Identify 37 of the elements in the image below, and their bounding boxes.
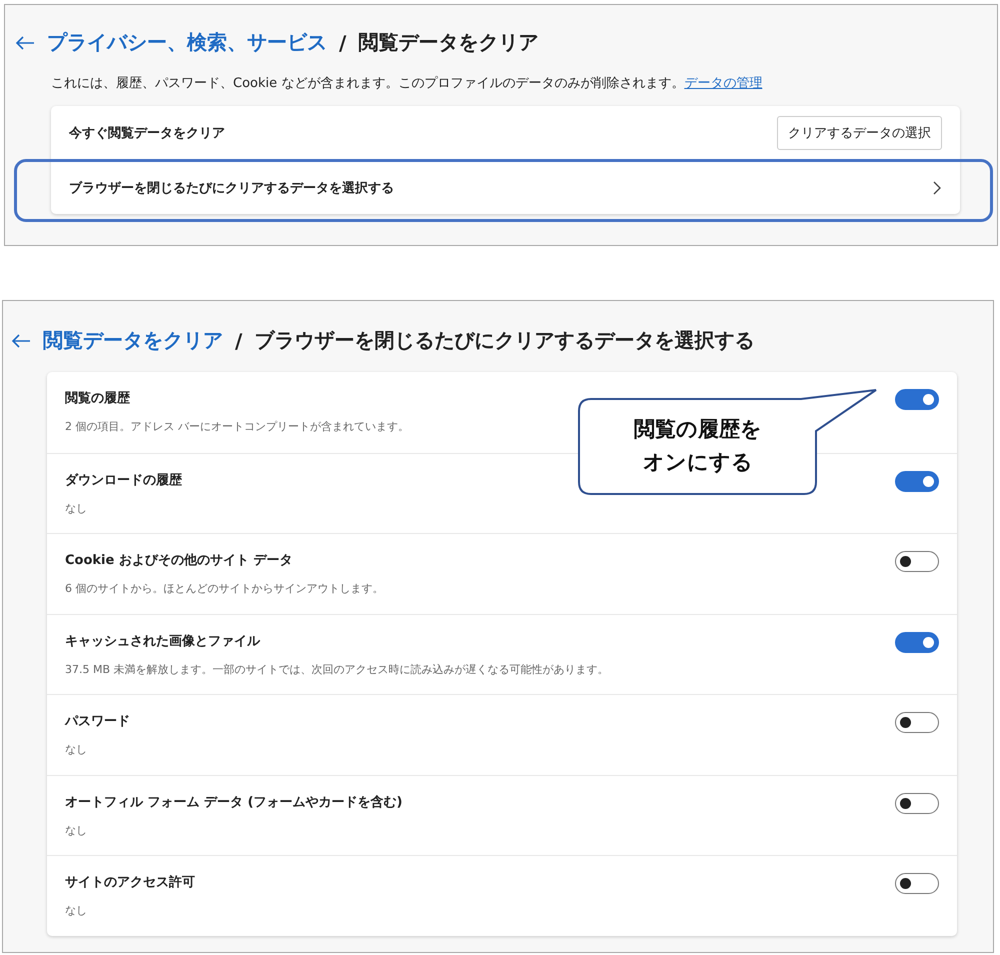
setting-label: オートフィル フォーム データ (フォームやカードを含む) <box>65 794 402 810</box>
toggle-switch[interactable] <box>895 389 939 410</box>
page-title: ブラウザーを閉じるたびにクリアするデータを選択する <box>254 327 754 354</box>
setting-detail: なし <box>65 822 88 838</box>
back-arrow-icon[interactable] <box>15 34 35 50</box>
toggle-switch[interactable] <box>895 470 939 492</box>
setting-label: サイトのアクセス許可 <box>65 874 195 891</box>
manage-data-link[interactable]: データの管理 <box>684 76 762 91</box>
page-title: 閲覧データをクリア <box>358 29 538 56</box>
row-label[interactable]: ブラウザーを閉じるたびにクリアするデータを選択する <box>69 178 394 196</box>
setting-detail: 37.5 MB 未満を解放します。一部のサイトでは、次回のアクセス時に読み込みが遅くなる可能性があります。 <box>65 662 609 676</box>
setting-label: キャッシュされた画像とファイル <box>65 632 262 650</box>
breadcrumb-link[interactable]: 閲覧データをクリア <box>43 327 223 354</box>
breadcrumb-link[interactable]: プライバシー、検索、サービス <box>47 29 327 56</box>
description-text: これには、履歴、パスワード、Cookie などが含まれます。このプロファイルのデータのみが削除されます。データの管理 <box>51 75 764 92</box>
setting-label: 閲覧の履歴 <box>65 390 131 407</box>
setting-detail: なし <box>65 500 88 516</box>
toggle-switch[interactable] <box>895 712 939 733</box>
setting-detail: 6 個のサイトから。ほとんどのサイトからサインアウトします。 <box>65 581 384 596</box>
setting-label: パスワード <box>65 713 130 730</box>
setting-label: Cookie およびその他のサイト データ <box>65 552 294 569</box>
chevron-right-icon[interactable] <box>932 180 942 194</box>
toggle-switch[interactable] <box>895 792 939 814</box>
row-label: 今すぐ閲覧データをクリア <box>69 125 225 142</box>
setting-detail: なし <box>65 742 88 757</box>
toggle-switch[interactable] <box>895 632 939 652</box>
setting-label: ダウンロードの履歴 <box>65 472 182 488</box>
breadcrumb-separator: / <box>339 30 346 54</box>
callout-text: オンにする <box>643 449 753 476</box>
callout-text: 閲覧の履歴を <box>634 416 762 443</box>
setting-detail: なし <box>65 903 88 918</box>
choose-data-button[interactable]: クリアするデータの選択 <box>777 116 942 150</box>
toggle-switch[interactable] <box>895 551 939 572</box>
breadcrumb-separator: / <box>235 328 242 352</box>
back-arrow-icon[interactable] <box>11 332 31 348</box>
setting-detail: 2 個の項目。アドレス バーにオートコンプリートが含まれています。 <box>65 419 409 434</box>
toggle-switch[interactable] <box>895 873 939 894</box>
